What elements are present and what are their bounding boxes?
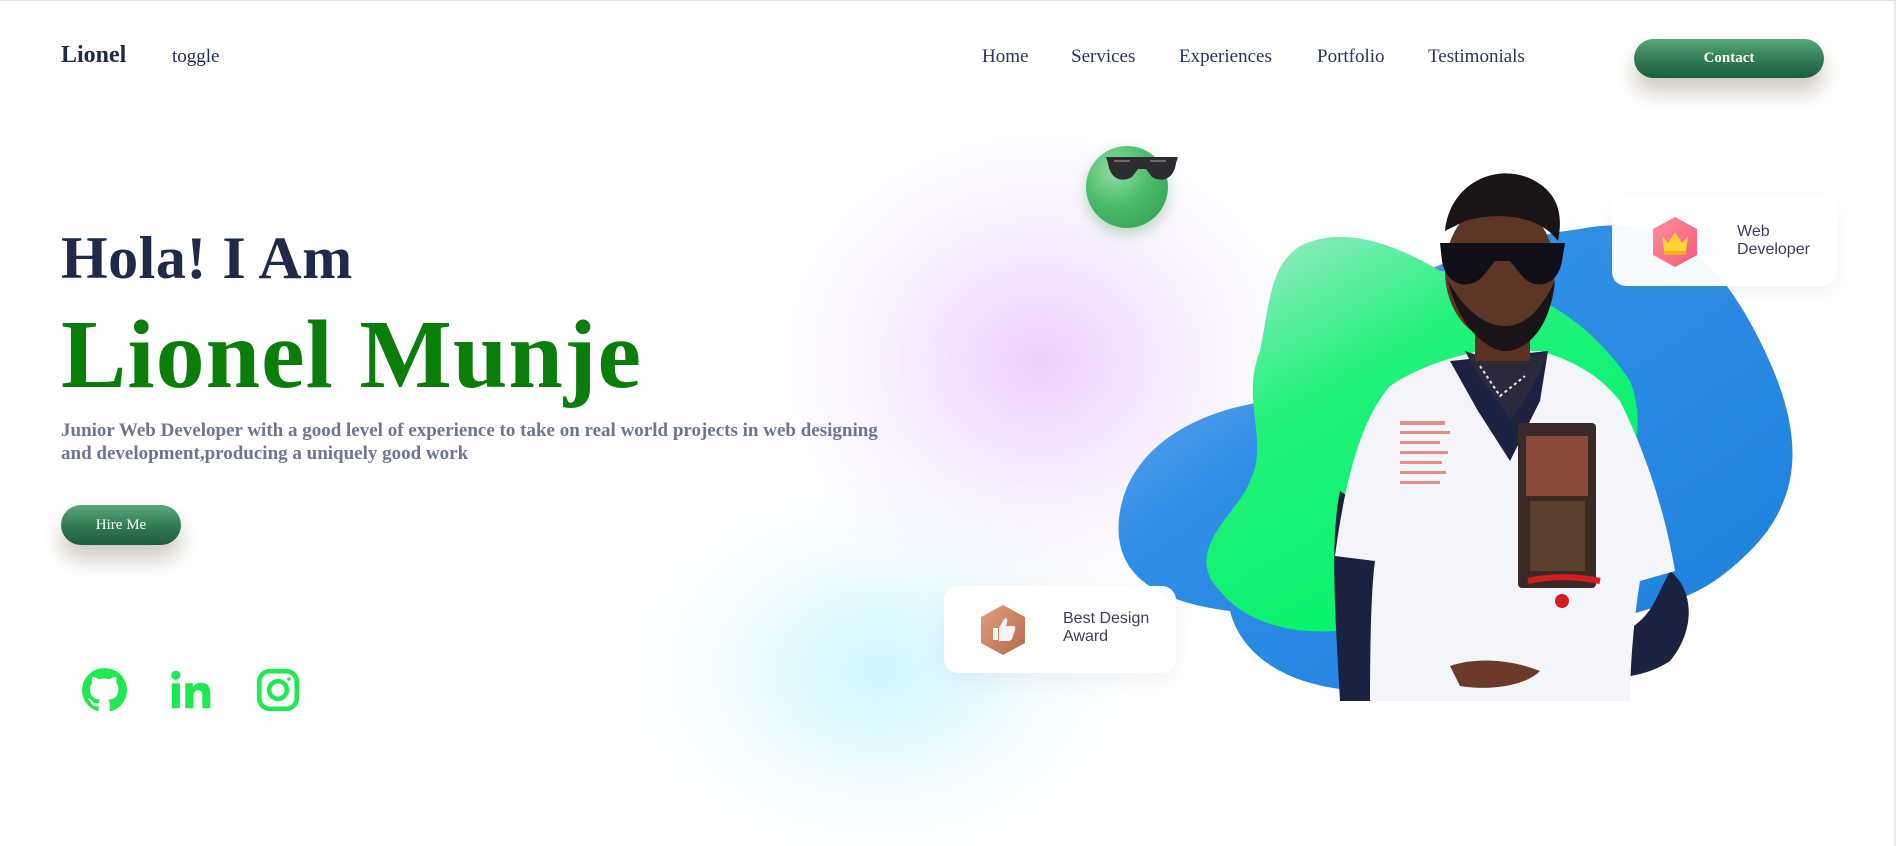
theme-toggle[interactable]: toggle <box>172 46 220 68</box>
contact-button[interactable]: Contact <box>1634 39 1824 78</box>
crown-icon <box>1650 216 1700 273</box>
thumbs-up-icon <box>978 604 1028 661</box>
instagram-icon[interactable] <box>253 665 303 715</box>
web-developer-badge: Web Developer <box>1612 196 1837 286</box>
award-badge-line1: Best Design <box>1063 610 1150 627</box>
web-badge-line2: Developer <box>1737 241 1810 258</box>
award-badge-line2: Award <box>1063 628 1109 645</box>
nav-link-testimonials[interactable]: Testimonials <box>1428 46 1525 68</box>
nav-link-experiences[interactable]: Experiences <box>1179 46 1272 68</box>
hero-description-line2: and development,producing a uniquely goo… <box>61 443 469 464</box>
site-logo[interactable]: Lionel <box>61 42 126 69</box>
nav-link-services[interactable]: Services <box>1071 46 1135 68</box>
hero-greeting: Hola! I Am <box>61 225 353 291</box>
nav-link-portfolio[interactable]: Portfolio <box>1317 46 1385 68</box>
hero-description-line1: Junior Web Developer with a good level o… <box>61 420 878 441</box>
nav-link-home[interactable]: Home <box>982 46 1028 68</box>
hero-description: Junior Web Developer with a good level o… <box>61 419 941 465</box>
hire-me-button[interactable]: Hire Me <box>61 505 181 545</box>
github-icon[interactable] <box>79 665 129 715</box>
web-badge-line1: Web <box>1737 223 1770 240</box>
award-badge: Best Design Award <box>944 586 1176 673</box>
navbar: Lionel toggle Home Services Experiences … <box>0 1 1896 117</box>
sunglasses-icon <box>1104 153 1180 192</box>
hero-name: Lionel Munje <box>61 301 642 409</box>
linkedin-icon[interactable] <box>166 665 216 715</box>
